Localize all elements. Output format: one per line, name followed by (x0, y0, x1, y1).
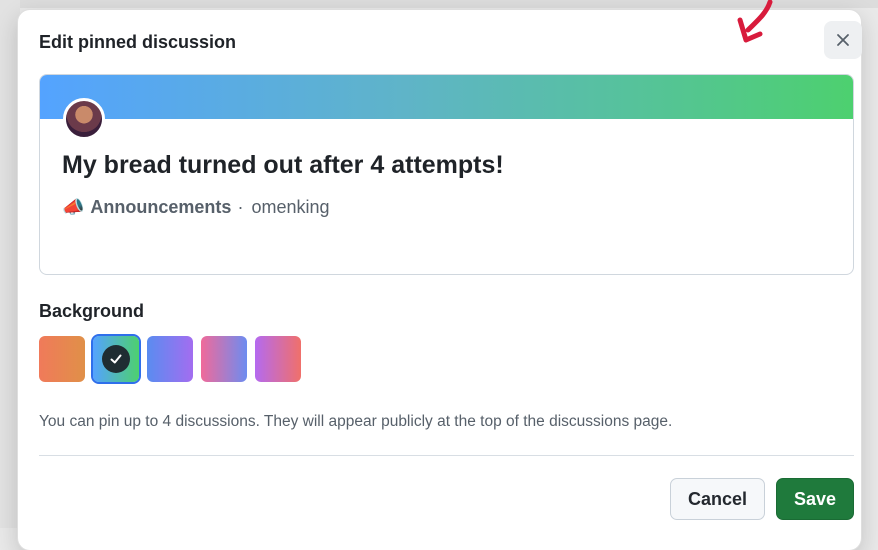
category-label: Announcements (90, 197, 232, 217)
swatch-orange[interactable] (39, 336, 85, 382)
author-label: omenking (251, 197, 330, 217)
discussion-preview-card: My bread turned out after 4 attempts! 📣 … (39, 74, 854, 275)
edit-pinned-discussion-dialog: Edit pinned discussion My bread turned o… (18, 0, 862, 550)
checkmark-icon (102, 345, 130, 373)
background-label: Background (39, 301, 145, 321)
save-button[interactable]: Save (776, 478, 854, 520)
cancel-button[interactable]: Cancel (670, 478, 765, 520)
divider (39, 455, 854, 456)
annotation-arrow-icon (737, 0, 773, 43)
preview-banner (40, 75, 853, 119)
dialog-title: Edit pinned discussion (39, 32, 237, 52)
preview-meta: 📣 Announcements · omenking (62, 197, 329, 218)
preview-title: My bread turned out after 4 attempts! (62, 151, 504, 179)
help-text: You can pin up to 4 discussions. They wi… (39, 413, 673, 430)
avatar (63, 98, 105, 140)
swatch-blue-green[interactable] (91, 334, 141, 384)
swatch-pink-blue[interactable] (201, 336, 247, 382)
megaphone-icon: 📣 (62, 197, 85, 217)
close-icon (837, 34, 849, 46)
close-button[interactable] (824, 21, 862, 59)
swatch-purple-red[interactable] (255, 336, 301, 382)
background-swatches (39, 334, 301, 384)
swatch-blue-purple[interactable] (147, 336, 193, 382)
meta-separator: · (237, 197, 244, 217)
page-backdrop-left (0, 0, 20, 528)
